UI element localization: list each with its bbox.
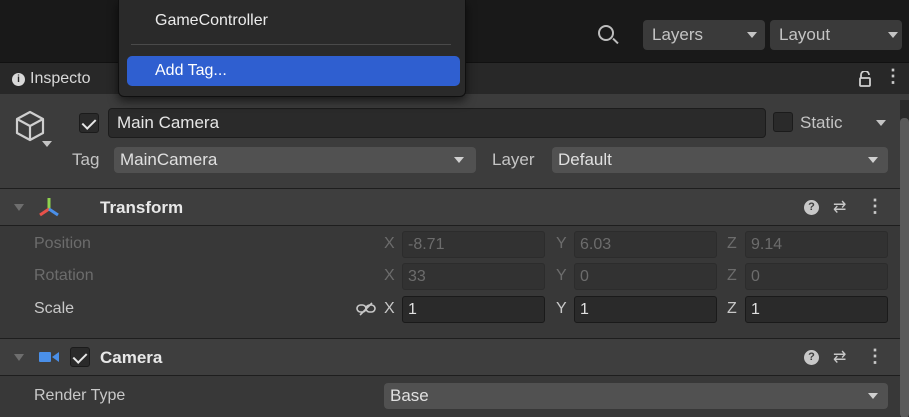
rotation-label: Rotation [34, 267, 94, 284]
layout-dropdown-label: Layout [779, 25, 831, 44]
tag-dropdown-value: MainCamera [120, 150, 218, 169]
menu-item-add-tag[interactable]: Add Tag... [127, 56, 460, 86]
scale-z-field[interactable]: 1 [745, 296, 888, 323]
render-type-value: Base [390, 386, 429, 405]
tag-dropdown[interactable]: MainCamera [114, 147, 476, 173]
chevron-down-icon [888, 32, 898, 38]
layers-dropdown-label: Layers [652, 25, 704, 44]
rotation-z-field[interactable]: 0 [745, 263, 888, 290]
tag-label: Tag [72, 150, 100, 169]
scale-x-field[interactable]: 1 [402, 296, 545, 323]
layers-dropdown[interactable]: Layers [643, 20, 765, 50]
help-icon[interactable]: ? [804, 350, 819, 365]
chevron-down-icon [454, 157, 464, 163]
transform-header[interactable]: Transform ? ⇄ ⋮ [0, 188, 909, 226]
unlink-icon[interactable] [356, 302, 376, 316]
menu-separator [131, 44, 451, 45]
tab-inspector[interactable]: i Inspecto [12, 70, 90, 88]
axis-x-label: X [384, 300, 395, 317]
axis-z-label: Z [727, 235, 737, 252]
axis-y-label: Y [556, 267, 567, 284]
axis-z-label: Z [727, 300, 737, 317]
kebab-menu-icon[interactable]: ⋮ [884, 66, 902, 87]
layout-dropdown[interactable]: Layout [770, 20, 902, 50]
chevron-down-icon [747, 32, 757, 38]
tag-popup-menu: GameController Add Tag... [118, 0, 466, 97]
layer-dropdown[interactable]: Default [552, 147, 888, 173]
lock-icon[interactable] [858, 71, 872, 87]
presets-icon[interactable]: ⇄ [833, 197, 846, 217]
presets-icon[interactable]: ⇄ [833, 347, 846, 367]
axis-y-label: Y [556, 235, 567, 252]
cube-icon [15, 110, 45, 142]
object-name-input[interactable]: Main Camera [108, 108, 766, 138]
rotation-x-field[interactable]: 33 [402, 263, 545, 290]
position-label: Position [34, 235, 91, 252]
render-type-dropdown[interactable]: Base [384, 383, 888, 409]
camera-header[interactable]: Camera ? ⇄ ⋮ [0, 338, 909, 376]
chevron-down-icon[interactable] [876, 120, 886, 126]
search-icon[interactable] [598, 25, 614, 41]
axis-y-label: Y [556, 300, 567, 317]
scrollbar-thumb[interactable] [900, 118, 909, 417]
render-type-label: Render Type [34, 387, 126, 404]
camera-title: Camera [100, 348, 163, 367]
tab-inspector-label: Inspecto [30, 70, 91, 87]
menu-item-gamecontroller[interactable]: GameController [155, 12, 268, 30]
scale-label: Scale [34, 300, 75, 317]
camera-icon [39, 352, 59, 362]
axis-z-label: Z [727, 267, 737, 284]
layer-dropdown-value: Default [558, 150, 612, 169]
scale-y-field[interactable]: 1 [574, 296, 717, 323]
chevron-down-icon [868, 157, 878, 163]
position-x-field[interactable]: -8.71 [402, 231, 545, 258]
foldout-arrow-icon[interactable] [14, 354, 24, 361]
static-label: Static [800, 113, 843, 132]
camera-enabled-checkbox[interactable] [70, 347, 90, 367]
help-icon[interactable]: ? [804, 200, 819, 215]
chevron-down-icon[interactable] [42, 141, 52, 147]
kebab-menu-icon[interactable]: ⋮ [866, 346, 884, 367]
rotation-y-field[interactable]: 0 [574, 263, 717, 290]
static-checkbox[interactable] [773, 112, 793, 132]
info-icon: i [12, 73, 25, 86]
transform-axes-icon [39, 198, 59, 217]
position-y-field[interactable]: 6.03 [574, 231, 717, 258]
chevron-down-icon [868, 393, 878, 399]
axis-x-label: X [384, 267, 395, 284]
kebab-menu-icon[interactable]: ⋮ [866, 196, 884, 217]
position-z-field[interactable]: 9.14 [745, 231, 888, 258]
layer-label: Layer [492, 150, 535, 169]
transform-title: Transform [100, 198, 184, 217]
foldout-arrow-icon[interactable] [14, 204, 24, 211]
axis-x-label: X [384, 235, 395, 252]
active-checkbox[interactable] [79, 113, 99, 133]
